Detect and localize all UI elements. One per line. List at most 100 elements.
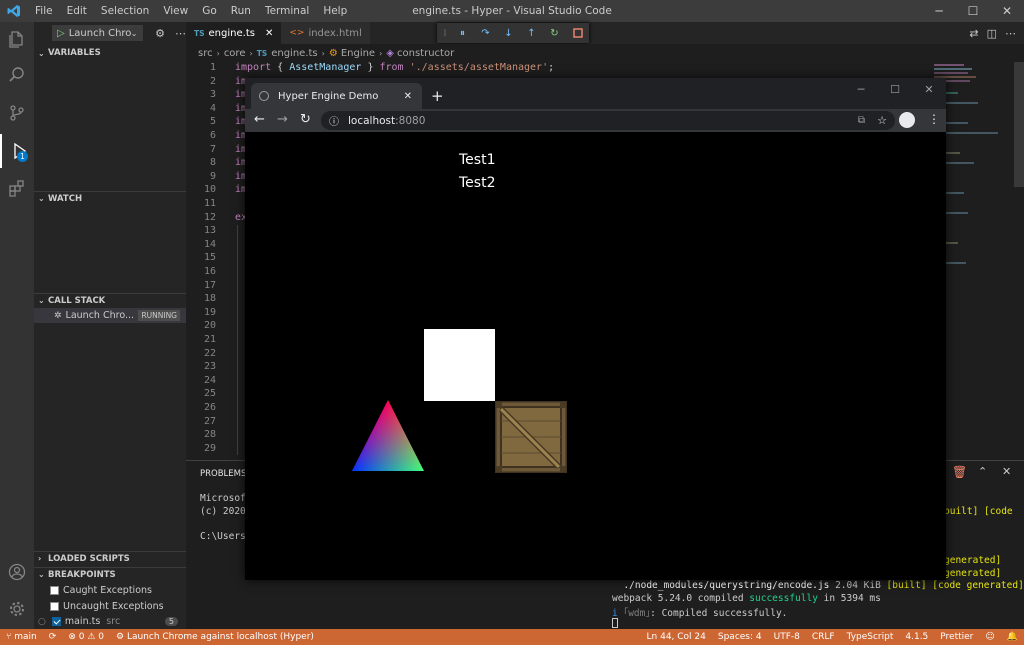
step-over-icon[interactable]: ↷ bbox=[476, 24, 495, 42]
encoding[interactable]: UTF-8 bbox=[768, 632, 806, 642]
close-tab-icon[interactable]: ✕ bbox=[404, 91, 412, 102]
breadcrumb-item[interactable]: core bbox=[224, 48, 246, 59]
debug-floating-toolbar: ⁞ ⏸ ↷ ↓ ↑ ↻ bbox=[437, 23, 589, 43]
line-ending[interactable]: CRLF bbox=[806, 632, 841, 642]
checkbox[interactable] bbox=[50, 602, 59, 611]
breadcrumb-item[interactable]: Engine bbox=[341, 48, 375, 59]
browser-menu-icon[interactable]: ⋮ bbox=[928, 112, 940, 126]
pause-icon[interactable]: ⏸ bbox=[453, 24, 472, 42]
cursor-position[interactable]: Ln 44, Col 24 bbox=[641, 632, 712, 642]
more-actions-icon[interactable]: ⋯ bbox=[175, 27, 186, 40]
web-page-canvas[interactable]: Test1 Test2 bbox=[245, 132, 946, 580]
terminal-text: ./node_modules/querystring/encode.js bbox=[612, 580, 830, 591]
breakpoint-main-ts[interactable]: ○ main.ts src 5 bbox=[34, 614, 186, 629]
menu-run[interactable]: Run bbox=[224, 0, 258, 22]
restart-icon[interactable]: ↻ bbox=[545, 24, 564, 42]
forward-icon[interactable]: → bbox=[277, 112, 288, 127]
explorer-icon[interactable] bbox=[0, 22, 34, 56]
breadcrumb-item[interactable]: engine.ts bbox=[271, 48, 317, 59]
line-number: 29 bbox=[203, 442, 216, 454]
breakpoints-header[interactable]: ⌄ BREAKPOINTS bbox=[34, 567, 186, 581]
open-changes-icon[interactable]: ⇄ bbox=[969, 27, 978, 40]
search-icon[interactable] bbox=[0, 58, 34, 92]
info-icon[interactable]: ⓘ bbox=[329, 113, 339, 128]
problems-item[interactable]: ⊗ 0 ⚠ 0 bbox=[62, 632, 110, 642]
profile-avatar-icon[interactable] bbox=[899, 112, 915, 128]
stop-icon[interactable] bbox=[568, 24, 587, 42]
editor-scrollbar[interactable] bbox=[1014, 62, 1024, 187]
trash-icon[interactable]: 🗑 bbox=[952, 465, 967, 479]
menu-edit[interactable]: Edit bbox=[60, 0, 94, 22]
browser-tab[interactable]: Hyper Engine Demo ✕ bbox=[251, 83, 422, 109]
breakpoint-uncaught-exceptions[interactable]: Uncaught Exceptions bbox=[34, 599, 186, 614]
bookmark-star-icon[interactable]: ☆ bbox=[877, 114, 887, 127]
call-stack-item[interactable]: ✲ Launch Chro... RUNNING bbox=[34, 308, 186, 323]
loaded-scripts-header[interactable]: › LOADED SCRIPTS bbox=[34, 551, 186, 565]
minimize-icon[interactable]: ─ bbox=[922, 0, 956, 22]
launch-config-select[interactable]: ▷ Launch Chrom ⌄ bbox=[52, 25, 144, 41]
chevron-up-icon[interactable]: ⌃ bbox=[978, 465, 987, 478]
reload-icon[interactable]: ↻ bbox=[300, 112, 311, 127]
run-debug-icon[interactable]: 1 bbox=[0, 134, 34, 168]
back-icon[interactable]: ← bbox=[254, 112, 265, 127]
launch-item[interactable]: ⚙ Launch Chrome against localhost (Hyper… bbox=[110, 632, 320, 642]
menu-selection[interactable]: Selection bbox=[94, 0, 156, 22]
translate-icon[interactable]: ⧉ bbox=[858, 115, 865, 126]
menu-help[interactable]: Help bbox=[316, 0, 354, 22]
feedback-icon[interactable]: ☺ bbox=[979, 632, 1000, 642]
rgb-triangle bbox=[352, 400, 424, 471]
checkbox-checked[interactable] bbox=[51, 617, 61, 626]
debug-icon: ⚙ bbox=[116, 632, 127, 642]
tab-index-html[interactable]: <> index.html bbox=[281, 22, 370, 44]
drag-handle-icon[interactable]: ⁞ bbox=[441, 24, 449, 42]
indentation[interactable]: Spaces: 4 bbox=[712, 632, 768, 642]
breadcrumb-item[interactable]: src bbox=[198, 48, 213, 59]
menu-file[interactable]: File bbox=[28, 0, 60, 22]
ts-version[interactable]: 4.1.5 bbox=[899, 632, 934, 642]
sync-icon[interactable]: ⟳ bbox=[43, 632, 63, 642]
call-stack-header[interactable]: ⌄ CALL STACK bbox=[34, 293, 186, 307]
manage-gear-icon[interactable] bbox=[0, 592, 34, 626]
chevron-down-icon: ⌄ bbox=[38, 194, 45, 203]
close-icon[interactable]: ✕ bbox=[265, 28, 273, 39]
new-tab-icon[interactable]: + bbox=[431, 87, 444, 105]
split-editor-icon[interactable]: ◫ bbox=[987, 27, 997, 40]
watch-header[interactable]: ⌄ WATCH bbox=[34, 191, 186, 205]
activity-bar: 1 bbox=[0, 22, 34, 629]
watch-label: WATCH bbox=[48, 193, 83, 204]
maximize-icon[interactable]: ☐ bbox=[878, 78, 912, 100]
breakpoint-caught-exceptions[interactable]: Caught Exceptions bbox=[34, 583, 186, 598]
menu-view[interactable]: View bbox=[156, 0, 195, 22]
step-out-icon[interactable]: ↑ bbox=[522, 24, 541, 42]
close-panel-icon[interactable]: ✕ bbox=[1002, 465, 1011, 478]
close-icon[interactable]: ✕ bbox=[912, 78, 946, 100]
more-actions-icon[interactable]: ⋯ bbox=[1005, 27, 1016, 40]
notifications-icon[interactable]: 🔔 bbox=[1001, 632, 1024, 642]
line-number: 9 bbox=[209, 170, 216, 182]
checkbox[interactable] bbox=[50, 586, 59, 595]
tab-engine-ts[interactable]: TS engine.ts ✕ bbox=[186, 22, 282, 44]
source-control-icon[interactable] bbox=[0, 96, 34, 130]
loaded-scripts-label: LOADED SCRIPTS bbox=[48, 553, 130, 564]
start-debug-icon[interactable]: ▷ bbox=[57, 28, 65, 39]
extensions-icon[interactable] bbox=[0, 172, 34, 206]
menu-terminal[interactable]: Terminal bbox=[258, 0, 316, 22]
close-icon[interactable]: ✕ bbox=[990, 0, 1024, 22]
maximize-icon[interactable]: ☐ bbox=[956, 0, 990, 22]
step-into-icon[interactable]: ↓ bbox=[499, 24, 518, 42]
language-mode[interactable]: TypeScript bbox=[841, 632, 900, 642]
account-icon[interactable] bbox=[0, 555, 34, 589]
chevron-right-icon: › bbox=[216, 48, 220, 58]
typescript-file-icon: TS bbox=[256, 48, 268, 58]
formatter[interactable]: Prettier bbox=[934, 632, 979, 642]
gear-icon[interactable]: ⚙ bbox=[155, 27, 165, 40]
tab-problems[interactable]: PROBLEMS bbox=[200, 469, 246, 479]
line-number: 24 bbox=[203, 374, 216, 386]
terminal-text: : Compiled successfully. bbox=[650, 608, 788, 619]
variables-header[interactable]: ⌄ VARIABLES bbox=[34, 46, 186, 60]
breadcrumb-item[interactable]: constructor bbox=[397, 48, 454, 59]
minimize-icon[interactable]: ─ bbox=[844, 78, 878, 100]
branch-item[interactable]: ⑂ main bbox=[0, 632, 43, 642]
address-bar[interactable]: ⓘ localhost:8080 ⧉ ☆ bbox=[321, 111, 895, 130]
menu-go[interactable]: Go bbox=[195, 0, 224, 22]
